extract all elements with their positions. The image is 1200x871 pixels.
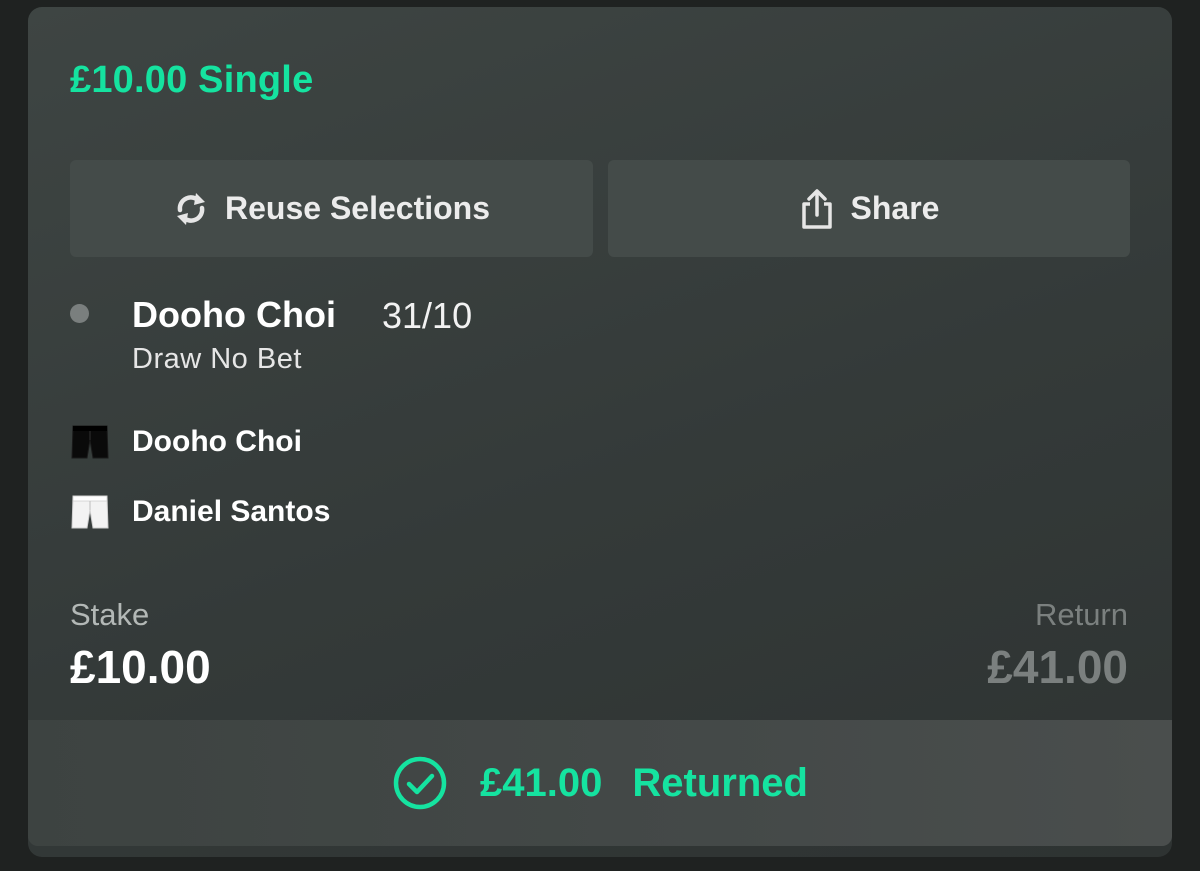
returned-status-text: Returned	[632, 760, 808, 805]
competitor-name: Dooho Choi	[132, 425, 302, 458]
bet-status-bar: £41.00 Returned	[28, 720, 1172, 846]
bet-title: £10.00 Single	[70, 59, 314, 101]
competitor-name: Daniel Santos	[132, 495, 331, 528]
selection-odds: 31/10	[382, 295, 473, 336]
market-name: Draw No Bet	[132, 343, 302, 375]
returned-amount: £41.00	[480, 760, 603, 805]
check-circle-icon	[393, 756, 447, 810]
return-value: £41.00	[987, 641, 1128, 693]
selection-name: Dooho Choi	[132, 294, 336, 335]
stake-label: Stake	[70, 597, 150, 632]
reuse-selections-button[interactable]: Reuse Selections	[70, 160, 593, 257]
stake-value: £10.00	[70, 641, 211, 693]
bet-card: £10.00 Single Reuse Selections Share Doo…	[28, 7, 1172, 857]
black-shorts-icon	[71, 425, 109, 459]
selection-status-dot	[70, 304, 89, 323]
white-shorts-icon	[71, 495, 109, 529]
share-icon	[799, 188, 835, 229]
competitor-row: Dooho Choi	[70, 422, 302, 462]
share-label: Share	[850, 190, 940, 226]
share-button[interactable]: Share	[608, 160, 1130, 257]
return-label: Return	[1034, 597, 1128, 632]
competitor-row: Daniel Santos	[70, 492, 330, 532]
reuse-selections-label: Reuse Selections	[225, 190, 490, 226]
refresh-icon	[173, 189, 209, 229]
